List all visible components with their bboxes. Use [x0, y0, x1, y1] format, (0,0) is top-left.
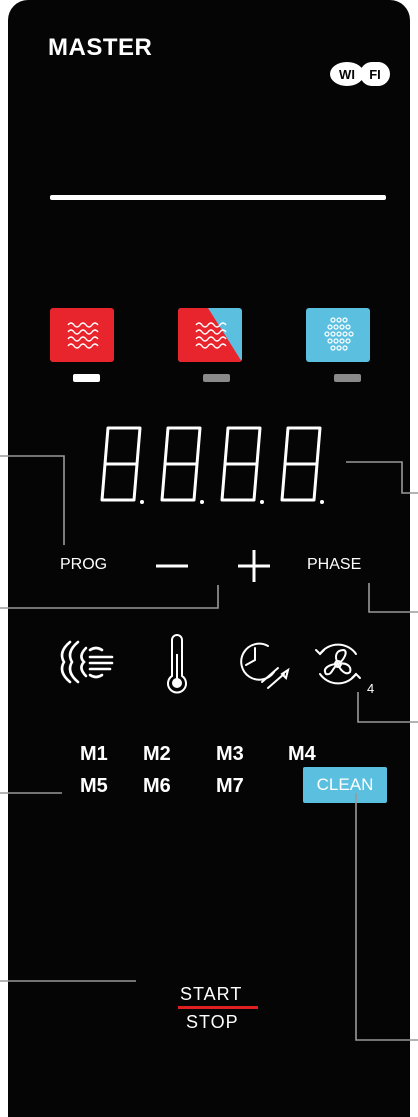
thermometer-icon[interactable]: [164, 634, 190, 696]
svg-text:WI: WI: [339, 67, 355, 82]
clean-button[interactable]: CLEAN: [303, 767, 387, 803]
display-digit: [220, 426, 264, 504]
display-digit: [280, 426, 324, 504]
convection-led: [73, 374, 100, 382]
panel-title: MASTER: [48, 34, 153, 61]
stop-label[interactable]: STOP: [186, 1012, 239, 1033]
start-label[interactable]: START: [180, 984, 242, 1005]
memory-key-m5[interactable]: M5: [80, 775, 108, 798]
convection-mode-button[interactable]: [50, 308, 114, 362]
memory-key-m6[interactable]: M6: [143, 775, 171, 798]
plus-button[interactable]: [236, 549, 272, 583]
fan-icon[interactable]: [310, 636, 366, 692]
memory-key-m7[interactable]: M7: [216, 775, 244, 798]
combi-mode-button[interactable]: [178, 308, 242, 362]
prog-button[interactable]: PROG: [60, 556, 107, 574]
combi-led: [203, 374, 230, 382]
display-digit: [100, 426, 144, 504]
display-digit: [160, 426, 204, 504]
combi-mode-icon: [178, 308, 242, 362]
phase-button[interactable]: PHASE: [307, 556, 361, 574]
convection-heat-icon: [50, 308, 114, 362]
memory-key-m3[interactable]: M3: [216, 743, 244, 766]
wifi-icon: WI FI: [330, 62, 390, 86]
memory-key-m4[interactable]: M4: [288, 743, 316, 766]
steam-mode-button[interactable]: [306, 308, 370, 362]
progress-bar: [50, 195, 386, 200]
humidity-icon[interactable]: [56, 634, 122, 690]
clock-probe-icon[interactable]: [232, 634, 294, 696]
memory-key-m1[interactable]: M1: [80, 743, 108, 766]
fan-speed-value: 4: [367, 681, 375, 696]
steam-led: [334, 374, 361, 382]
memory-key-m2[interactable]: M2: [143, 743, 171, 766]
start-underline: [178, 1006, 258, 1009]
minus-button[interactable]: [154, 553, 190, 579]
svg-text:FI: FI: [369, 67, 381, 82]
steam-mode-icon: [306, 308, 370, 362]
seven-segment-display: [100, 426, 324, 504]
